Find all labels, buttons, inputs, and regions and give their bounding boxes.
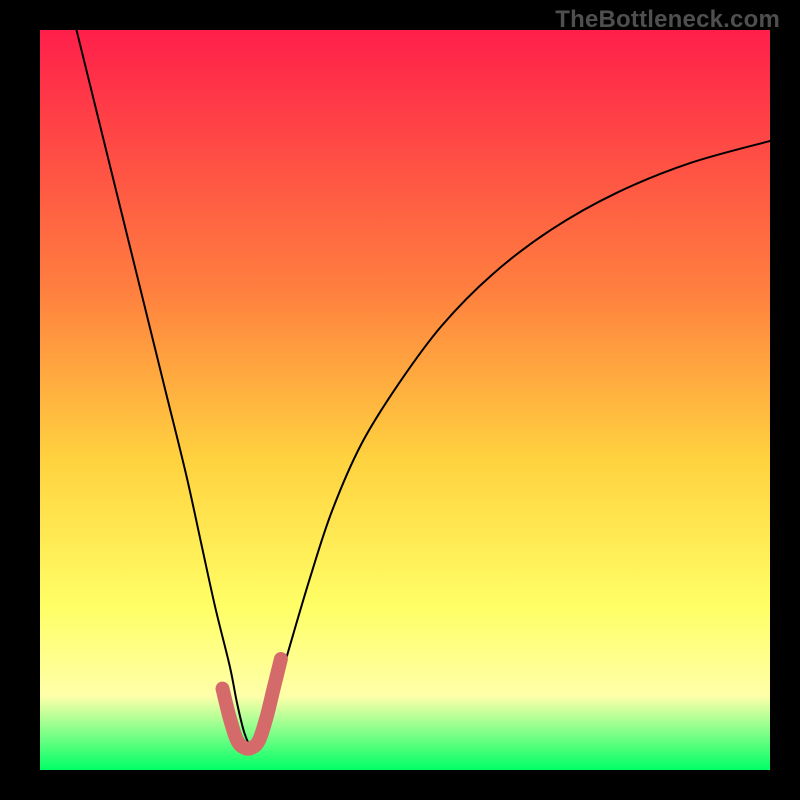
chart-frame: TheBottleneck.com: [0, 0, 800, 800]
watermark-text: TheBottleneck.com: [555, 6, 780, 34]
plot-svg: [40, 30, 770, 770]
plot-area: [40, 30, 770, 770]
gradient-background: [40, 30, 770, 770]
